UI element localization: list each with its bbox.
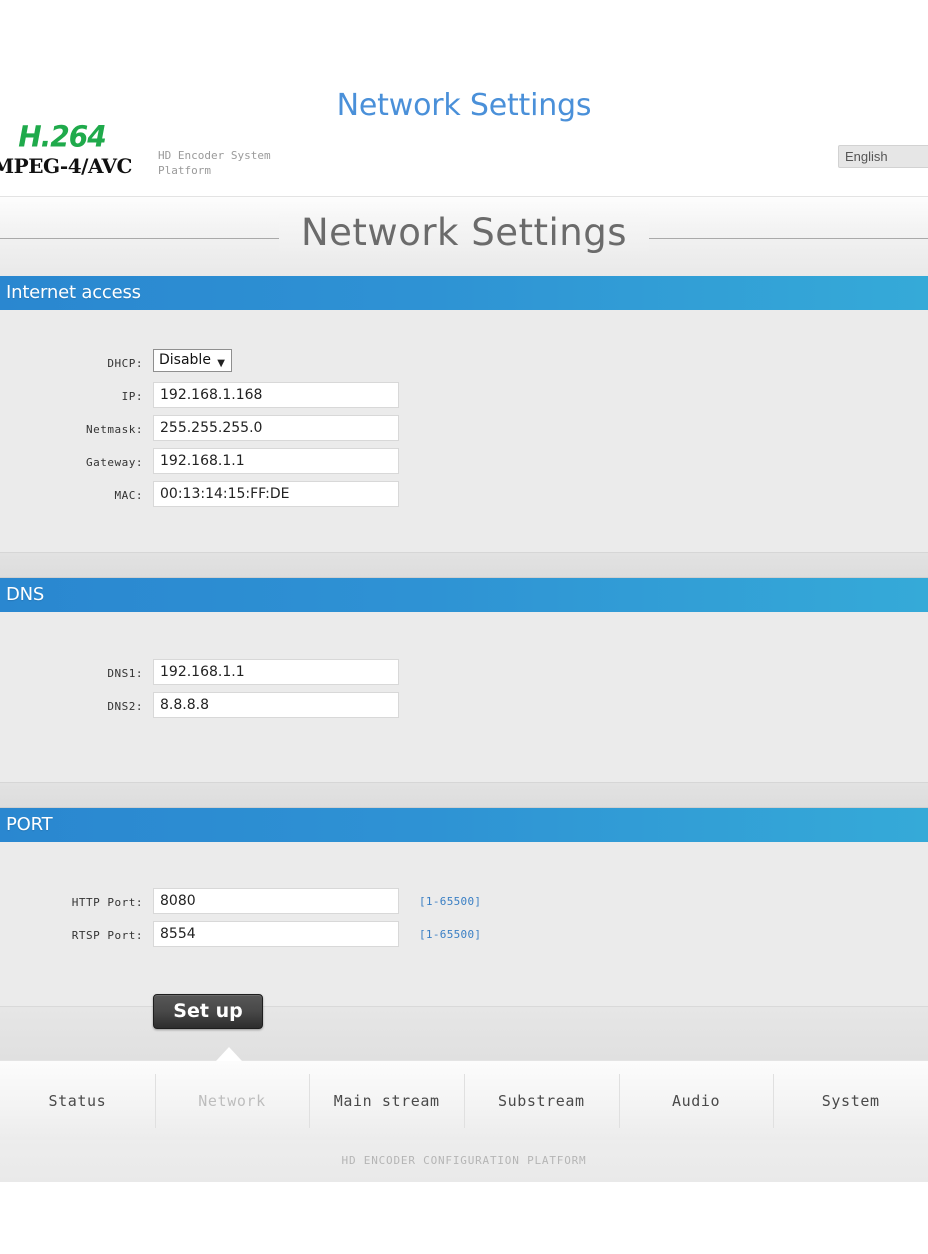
page-title-band: Network Settings — [0, 196, 928, 276]
label-gateway: Gateway: — [86, 456, 143, 469]
platform-subtitle-line2: Platform — [158, 164, 211, 177]
platform-subtitle-line1: HD Encoder System — [158, 149, 271, 162]
section-body-dns: DNS1: 192.168.1.1 DNS2: 8.8.8.8 — [0, 612, 928, 782]
language-select[interactable]: English ▼ — [838, 145, 928, 168]
form-row-dns1: DNS1: 192.168.1.1 — [0, 659, 928, 692]
label-mac: MAC: — [114, 489, 143, 502]
label-rtsp-port: RTSP Port: — [71, 929, 143, 942]
top-header: Network Settings H.264 MPEG-4/AVC HD Enc… — [0, 0, 928, 196]
dhcp-select[interactable]: Disable ▼ — [153, 349, 232, 372]
platform-subtitle: HD Encoder System Platform — [158, 148, 288, 178]
nav-item-audio[interactable]: Audio — [618, 1061, 774, 1140]
gateway-input[interactable]: 192.168.1.1 — [153, 448, 399, 474]
logo-mpeg-text: MPEG-4/AVC — [0, 154, 132, 176]
form-row-ip: IP: 192.168.1.168 — [0, 382, 928, 415]
label-netmask: Netmask: — [86, 423, 143, 436]
form-row-http-port: HTTP Port: 8080 [1-65500] — [0, 888, 928, 921]
nav-item-substream[interactable]: Substream — [464, 1061, 619, 1140]
logo-h264-text: H.264 — [18, 123, 107, 154]
section-gap — [0, 782, 928, 808]
ip-input[interactable]: 192.168.1.168 — [153, 382, 399, 408]
footer-text: HD ENCODER CONFIGURATION PLATFORM — [0, 1140, 928, 1182]
label-dns2: DNS2: — [107, 700, 143, 713]
label-dns1: DNS1: — [107, 667, 143, 680]
rtsp-port-range-hint: [1-65500] — [419, 928, 482, 941]
dns1-input[interactable]: 192.168.1.1 — [153, 659, 399, 685]
dhcp-select-value: Disable — [159, 352, 211, 368]
nav-item-network[interactable]: Network — [154, 1061, 310, 1140]
http-port-range-hint: [1-65500] — [419, 895, 482, 908]
language-select-value: English — [845, 149, 888, 164]
h264-logo: H.264 MPEG-4/AVC — [0, 123, 142, 176]
bottom-navigation: Status Network Main stream Substream Aud… — [0, 1047, 928, 1140]
page-title-text: Network Settings — [278, 211, 649, 254]
section-header-internet-access: Internet access — [0, 276, 928, 319]
form-row-dhcp: DHCP: Disable ▼ — [0, 349, 928, 382]
section-dns: DNS DNS1: 192.168.1.1 DNS2: 8.8.8.8 — [0, 578, 928, 782]
label-ip: IP: — [121, 390, 143, 403]
nav-item-main-stream[interactable]: Main stream — [309, 1061, 464, 1140]
setup-button[interactable]: Set up — [153, 994, 263, 1029]
form-row-dns2: DNS2: 8.8.8.8 — [0, 692, 928, 725]
section-internet-access: Internet access DHCP: Disable ▼ IP: 192.… — [0, 276, 928, 552]
http-port-input[interactable]: 8080 — [153, 888, 399, 914]
form-row-gateway: Gateway: 192.168.1.1 — [0, 448, 928, 481]
section-title-internet-access: Internet access — [6, 282, 141, 303]
section-port: PORT HTTP Port: 8080 [1-65500] RTSP Port… — [0, 808, 928, 1029]
active-tab-pointer-icon — [216, 1047, 242, 1061]
header-title: Network Settings — [336, 88, 592, 123]
nav-item-system[interactable]: System — [773, 1061, 928, 1140]
label-http-port: HTTP Port: — [71, 896, 143, 909]
dns2-input[interactable]: 8.8.8.8 — [153, 692, 399, 718]
label-dhcp: DHCP: — [107, 357, 143, 370]
page-title: Network Settings — [0, 211, 928, 254]
section-title-port: PORT — [6, 814, 53, 835]
form-row-mac: MAC: 00:13:14:15:FF:DE — [0, 481, 928, 514]
chevron-down-icon: ▼ — [217, 358, 225, 369]
rtsp-port-input[interactable]: 8554 — [153, 921, 399, 947]
section-header-port: PORT — [0, 808, 928, 851]
nav-item-status[interactable]: Status — [0, 1061, 155, 1140]
section-body-internet-access: DHCP: Disable ▼ IP: 192.168.1.168 Netmas… — [0, 310, 928, 552]
app-page: Network Settings H.264 MPEG-4/AVC HD Enc… — [0, 0, 928, 1254]
form-row-netmask: Netmask: 255.255.255.0 — [0, 415, 928, 448]
section-gap — [0, 552, 928, 578]
section-title-dns: DNS — [6, 584, 45, 605]
netmask-input[interactable]: 255.255.255.0 — [153, 415, 399, 441]
form-row-rtsp-port: RTSP Port: 8554 [1-65500] — [0, 921, 928, 954]
section-header-dns: DNS — [0, 578, 928, 621]
mac-input[interactable]: 00:13:14:15:FF:DE — [153, 481, 399, 507]
section-body-port: HTTP Port: 8080 [1-65500] RTSP Port: 855… — [0, 842, 928, 1029]
bottom-spacer — [0, 1006, 928, 1060]
